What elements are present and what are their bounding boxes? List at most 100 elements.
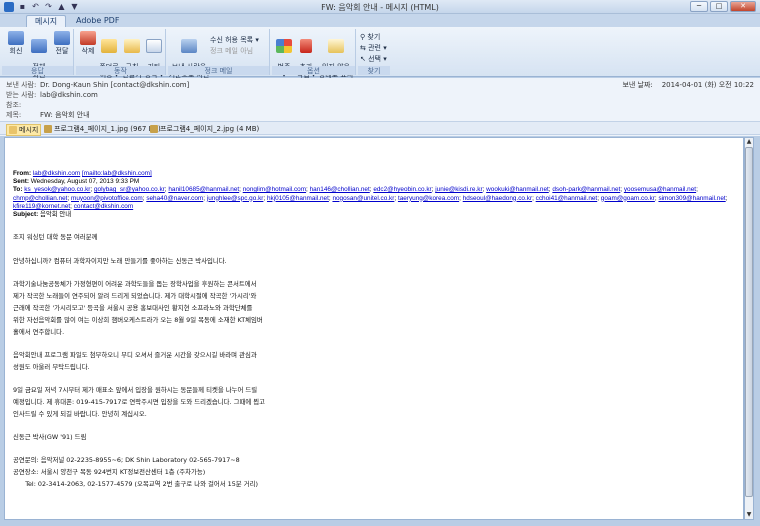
recipient-email-link[interactable]: hkj0105@hanmail.net [267, 195, 329, 202]
group-label-actions: 동작 [76, 66, 165, 75]
recipient-email-link[interactable]: kfire119@kornet.net [13, 203, 70, 210]
recipient-email-link[interactable]: cchoi41@hanmail.net [536, 195, 598, 202]
attachment-file[interactable]: 프로그램4_페이지_2.jpg (4 MB) [150, 124, 259, 134]
select-button[interactable]: ↖ 선택 ▾ [360, 54, 387, 64]
forward-label: 전달 [55, 47, 69, 55]
tab-adobe-pdf[interactable]: Adobe PDF [68, 15, 127, 27]
related-button[interactable]: ⇆ 관련 ▾ [360, 43, 387, 53]
binoculars-icon: ⚲ [360, 33, 366, 41]
categorize-icon [276, 39, 292, 53]
recipient-email-link[interactable]: junie@kisdi.re.kr [435, 186, 482, 193]
recipient-email-link[interactable]: muyoon@pivotoffice.com [71, 195, 143, 202]
subject-row: 제목: FW: 음악회 안내 [6, 111, 90, 120]
from-value[interactable]: Dr. Dong-Kaun Shin [contact@dkshin.com] [40, 81, 189, 89]
scroll-up-arrow-icon[interactable]: ▲ [745, 138, 753, 146]
body-line: 예정입니다. 제 휴대폰: 019-415-7917로 연락주시면 입장을 도와… [13, 398, 266, 406]
vertical-scrollbar[interactable]: ▲ ▼ [744, 137, 754, 520]
select-label: 선택 ▾ [368, 55, 387, 63]
recipient-email-link[interactable]: taeryung@korea.com [398, 195, 459, 202]
body-line: 신동근 박사(GW '91) 드림 [13, 433, 87, 441]
group-label-respond: 응답 [2, 66, 73, 75]
recipient-email-link[interactable]: edc2@hyeobin.co.kr [373, 186, 431, 193]
attachment-name: 메시지 [19, 126, 39, 134]
cursor-icon: ↖ [360, 55, 366, 63]
body-line: 과학기술나눔공동체가 가정형편이 어려운 과학도들을 돕는 장학사업을 후원하는… [13, 280, 257, 288]
recipient-email-link[interactable]: chmp@chollian.net [13, 195, 67, 202]
recipient-email-link[interactable]: simon309@hanmail.net [658, 195, 725, 202]
ribbon-group-actions: 삭제 폴더로 이동 ▾ 규칙 만들기 ▾ 기타 동작 ▾ 동작 [76, 29, 166, 87]
recipient-email-link[interactable]: goam@goam.co.kr [601, 195, 655, 202]
delete-icon [80, 31, 96, 45]
sent-date: 보낸 날짜: 2014-04-01 (화) 오전 10:22 [622, 80, 754, 90]
fwd-from-line: From: lab@dkshin.com [mailto:lab@dkshin.… [13, 170, 733, 178]
ribbon-group-respond: 회신 전체 회신 전달 응답 [2, 29, 74, 79]
ribbon-group-options: 범주 ▾ 추가 작업 ▾ 읽지 않은 상태로 표시 옵션 [272, 29, 356, 79]
attachment-bar: 메시지 프로그램4_페이지_1.jpg (967 KB) 프로그램4_페이지_2… [0, 121, 760, 136]
rule-icon [124, 39, 140, 53]
fwd-sent-value: Wednesday, August 07, 2013 9:33 PM [30, 178, 140, 186]
body-line: 홀에서 연주합니다. [13, 328, 65, 336]
flag-icon [300, 39, 312, 53]
envelope-icon [9, 126, 17, 134]
fwd-subject-line: Subject: 음악회 안내 [13, 211, 733, 219]
recipient-email-link[interactable]: yoosemusa@hanmail.net [624, 186, 696, 193]
window-title: FW: 음악회 안내 - 메시지 (HTML) [321, 3, 439, 12]
recipient-email-link[interactable]: golybag_sr@yahoo.co.kr [94, 186, 165, 193]
recipient-email-link[interactable]: junghlee@spc.go.kr [207, 195, 264, 202]
forwarded-header: From: lab@dkshin.com [mailto:lab@dkshin.… [13, 170, 733, 219]
message-body[interactable]: From: lab@dkshin.com [mailto:lab@dkshin.… [4, 137, 744, 520]
to-value[interactable]: lab@dkshin.com [40, 91, 98, 99]
close-button[interactable]: ✕ [730, 1, 756, 12]
recipient-email-link[interactable]: hdseoul@haedong.co.kr [463, 195, 532, 202]
ribbon-group-junk: 보낸 사람을 기준으로 차단 수신 허용 목록 ▾ 정크 메일 아님 정크 메일 [168, 29, 270, 79]
body-line: Tel: 02-3414-2063, 02-1577-4579 (오목교역 2번… [13, 480, 258, 488]
from-label: 보낸 사람: [6, 81, 37, 89]
block-sender-icon [181, 39, 197, 53]
safe-list-button[interactable]: 수신 허용 목록 ▾ [210, 35, 259, 45]
body-line: 위한 자선음악회를 많이 여는 이상희 챔버오케스트라가 오는 8월 9일 목동… [13, 316, 263, 324]
body-line: 안녕하십니까? 컴퓨터 과학자이지만 노래 만들기를 좋아하는 신동근 박사입니… [13, 257, 227, 265]
document-icon [146, 39, 162, 53]
image-file-icon [150, 125, 158, 133]
to-label: 받는 사람: [6, 91, 37, 99]
ribbon-tabs: 메시지 Adobe PDF [0, 14, 760, 27]
recipient-email-link[interactable]: han146@chollian.net [310, 186, 370, 193]
recipient-email-link[interactable]: hanil10685@hanmail.net [168, 186, 239, 193]
fwd-to-label: To: [13, 186, 23, 194]
body-line: 9일 금요일 저녁 7시부터 제가 매표소 앞에서 입장을 원하시는 동문들께 … [13, 386, 258, 394]
image-file-icon [44, 125, 52, 133]
title-bar: ▪ ↶ ↷ ▲ ▼ FW: 음악회 안내 - 메시지 (HTML) ─ □ ✕ [0, 0, 760, 14]
ribbon: 회신 전체 회신 전달 응답 삭제 폴더로 이동 ▾ 규칙 만들기 ▾ 기타 동… [0, 27, 760, 87]
forward-button[interactable]: 전달 [50, 31, 74, 55]
fwd-sent-line: Sent: Wednesday, August 07, 2013 9:33 PM [13, 178, 733, 186]
tab-message[interactable]: 메시지 [26, 15, 67, 27]
envelope-icon [328, 39, 344, 53]
reply-all-icon [31, 39, 47, 53]
recipient-email-link[interactable]: seha40@naver.com [146, 195, 203, 202]
minimize-button[interactable]: ─ [690, 1, 708, 12]
attachment-file[interactable]: 프로그램4_페이지_1.jpg (967 KB) [44, 124, 161, 134]
recipient-email-link[interactable]: dsoh-park@hanmail.net [552, 186, 620, 193]
reply-button[interactable]: 회신 [4, 31, 28, 55]
ribbon-group-find: ⚲ 찾기 ⇆ 관련 ▾ ↖ 선택 ▾ 찾기 [358, 29, 390, 75]
maximize-button[interactable]: □ [710, 1, 728, 12]
group-label-options: 옵션 [272, 66, 355, 75]
fwd-from-email-link[interactable]: lab@dkshin.com [33, 170, 80, 177]
recipient-email-link[interactable]: nonglim@hotmail.com [243, 186, 306, 193]
delete-label: 삭제 [81, 47, 95, 55]
recipient-email-link[interactable]: nogosan@unitel.co.kr [332, 195, 394, 202]
scrollbar-thumb[interactable] [745, 147, 753, 497]
scroll-down-arrow-icon[interactable]: ▼ [745, 511, 753, 519]
fwd-from-mailto-link[interactable]: [mailto:lab@dkshin.com] [82, 170, 152, 177]
not-junk-button[interactable]: 정크 메일 아님 [210, 46, 253, 56]
body-line: 음악회안내 프로그램 파일도 첨부하오니 부디 오셔서 즐거운 시간을 갖으시길… [13, 351, 257, 359]
attachment-name: 프로그램4_페이지_2.jpg (4 MB) [160, 125, 260, 133]
related-icon: ⇆ [360, 44, 366, 52]
body-line: 성원도 아울러 부탁드립니다. [13, 363, 90, 371]
recipient-email-link[interactable]: contact@dkshin.com [74, 203, 133, 210]
find-button[interactable]: ⚲ 찾기 [360, 32, 380, 42]
attachment-message[interactable]: 메시지 [6, 124, 42, 136]
related-label: 관련 ▾ [368, 44, 387, 52]
recipient-email-link[interactable]: wookuki@hanmail.net [486, 186, 549, 193]
recipient-email-link[interactable]: ks_yesok@yahoo.co.kr [24, 186, 90, 193]
